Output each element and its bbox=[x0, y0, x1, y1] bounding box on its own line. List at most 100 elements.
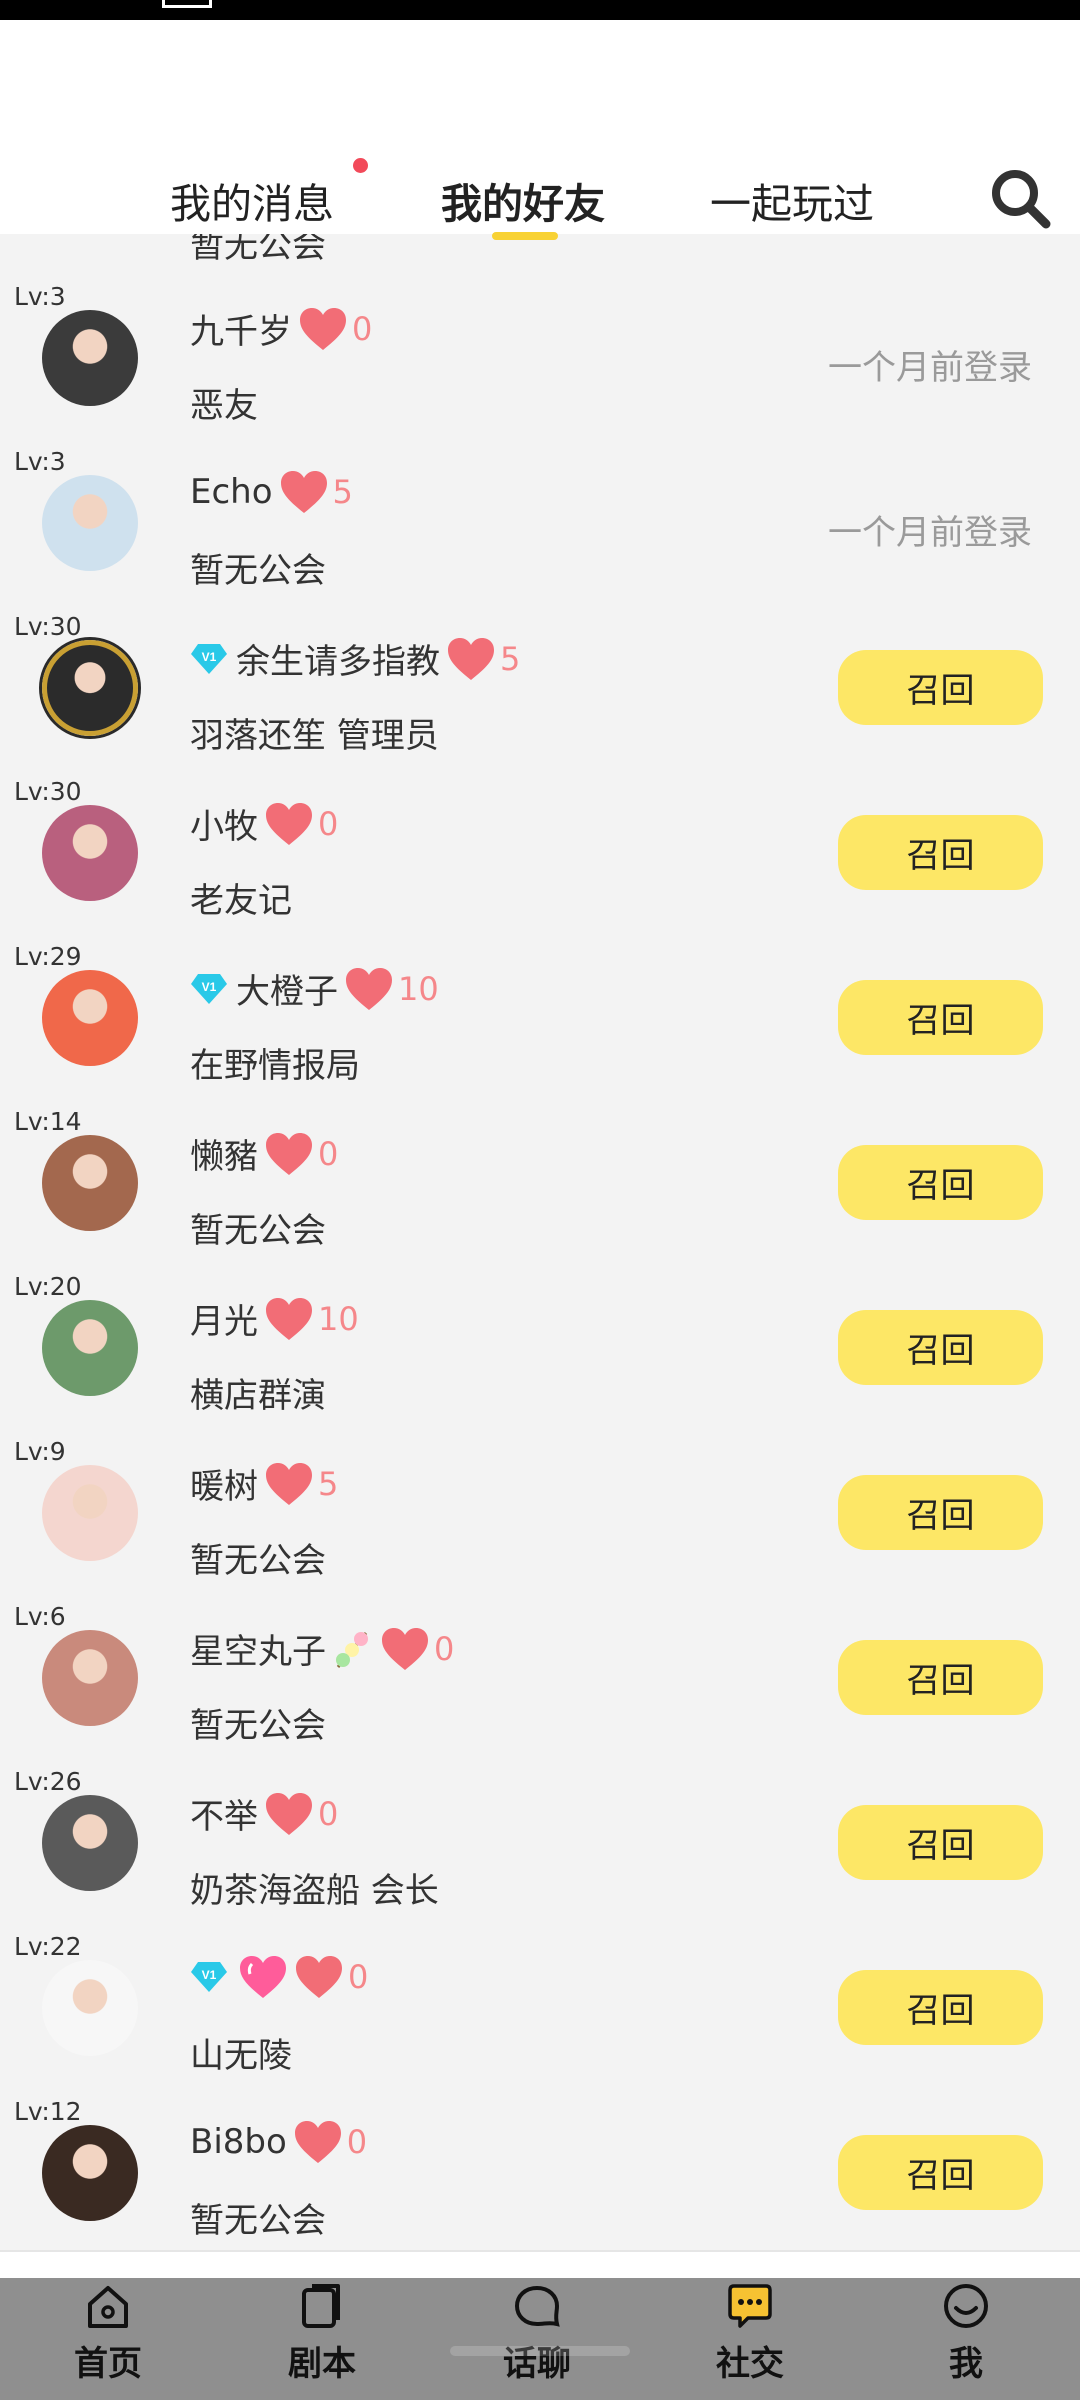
friend-row[interactable]: Lv:6 星空丸子 0 暂无公会 召回 bbox=[0, 1602, 1080, 1767]
avatar[interactable] bbox=[42, 970, 138, 1066]
avatar[interactable] bbox=[42, 1300, 138, 1396]
level-label: Lv:9 bbox=[14, 1437, 66, 1466]
guild-label: 老友记 bbox=[190, 881, 292, 921]
friend-row[interactable]: Lv:9 暖树 5 暂无公会 召回 bbox=[0, 1437, 1080, 1602]
heart-count: 0 bbox=[318, 804, 339, 843]
avatar[interactable] bbox=[42, 1630, 138, 1726]
heart-icon bbox=[266, 802, 312, 845]
avatar[interactable] bbox=[42, 1135, 138, 1231]
tab-my-friends[interactable]: 我的好友 bbox=[441, 170, 605, 230]
guild-label: 暂无公会 bbox=[190, 234, 326, 266]
heart-icon bbox=[448, 637, 494, 680]
recall-button[interactable]: 召回 bbox=[838, 980, 1043, 1055]
friend-name-line: 暖树 5 bbox=[190, 1459, 338, 1508]
friend-name: Echo bbox=[190, 472, 273, 512]
nav-social[interactable]: 社交 bbox=[690, 2278, 810, 2400]
avatar[interactable] bbox=[42, 805, 138, 901]
search-icon[interactable] bbox=[988, 166, 1052, 230]
list-end-divider bbox=[0, 2250, 1080, 2278]
last-login-status: 一个月前登录 bbox=[828, 348, 1032, 388]
nav-me[interactable]: 我 bbox=[906, 2278, 1026, 2400]
friend-row[interactable]: Lv:20 月光 10 横店群演 召回 bbox=[0, 1272, 1080, 1437]
recall-button[interactable]: 召回 bbox=[838, 1805, 1043, 1880]
recall-button[interactable]: 召回 bbox=[838, 1310, 1043, 1385]
social-icon bbox=[728, 2284, 772, 2328]
vip-diamond-icon: V1 bbox=[191, 1962, 227, 1992]
heart-icon bbox=[266, 1132, 312, 1175]
recall-button[interactable]: 召回 bbox=[838, 650, 1043, 725]
heart-icon bbox=[346, 967, 392, 1010]
heart-count: 10 bbox=[318, 1299, 359, 1338]
heart-count: 0 bbox=[434, 1629, 455, 1668]
nav-me-label: 我 bbox=[949, 2344, 983, 2384]
chat-icon bbox=[514, 2285, 560, 2327]
friend-row[interactable]: Lv:12 Bi8bo 0 暂无公会 召回 bbox=[0, 2097, 1080, 2250]
level-label: Lv:14 bbox=[14, 1107, 82, 1136]
heart-icon bbox=[266, 1297, 312, 1340]
guild-label: 暂无公会 bbox=[190, 551, 326, 591]
level-label: Lv:26 bbox=[14, 1767, 82, 1796]
guild-label: 暂无公会 bbox=[190, 1541, 326, 1581]
avatar[interactable] bbox=[42, 310, 138, 406]
guild-label: 奶茶海盗船 会长 bbox=[190, 1871, 439, 1911]
heart-count: 0 bbox=[348, 1958, 369, 1996]
friend-row[interactable]: Lv:29 V1 大橙子 10 在野情报局 召回 bbox=[0, 942, 1080, 1107]
friend-name: 余生请多指教 bbox=[236, 642, 440, 682]
heart-icon bbox=[266, 1792, 312, 1835]
level-label: Lv:22 bbox=[14, 1932, 82, 1961]
friend-name-line: 星空丸子 0 bbox=[190, 1624, 454, 1673]
top-tab-bar: 我的消息 我的好友 一起玩过 bbox=[0, 20, 1080, 240]
dango-sticker-icon bbox=[336, 1631, 368, 1668]
avatar[interactable] bbox=[42, 1795, 138, 1891]
friend-row[interactable]: Lv:22 V1 0 山无陵 召回 bbox=[0, 1932, 1080, 2097]
script-icon bbox=[302, 2284, 340, 2328]
avatar[interactable] bbox=[42, 475, 138, 571]
nav-script-label: 剧本 bbox=[288, 2344, 356, 2384]
friend-name: 懒豬 bbox=[190, 1137, 258, 1177]
friend-name-line: Echo 5 bbox=[190, 469, 353, 515]
heart-icon bbox=[300, 307, 346, 350]
avatar[interactable] bbox=[42, 2125, 138, 2221]
heart-count: 5 bbox=[500, 639, 521, 678]
nav-chat[interactable]: 话聊 bbox=[477, 2278, 597, 2400]
friend-row[interactable]: Lv:30 小牧 0 老友记 召回 bbox=[0, 777, 1080, 942]
guild-label: 恶友 bbox=[190, 386, 258, 426]
gesture-bar bbox=[450, 2346, 630, 2356]
tab-played-together[interactable]: 一起玩过 bbox=[710, 170, 874, 230]
recall-button[interactable]: 召回 bbox=[838, 1145, 1043, 1220]
avatar[interactable] bbox=[42, 1960, 138, 2056]
heart-count: 0 bbox=[318, 1794, 339, 1833]
recall-button[interactable]: 召回 bbox=[838, 1970, 1043, 2045]
svg-text:V1: V1 bbox=[202, 650, 217, 664]
friend-list[interactable]: 暂无公会 Lv:3 九千岁 0 恶友 一个月前登录 Lv:3 Echo 5 暂无公会 一个月前登录… bbox=[0, 234, 1080, 2250]
avatar[interactable] bbox=[42, 1465, 138, 1561]
nav-script[interactable]: 剧本 bbox=[262, 2278, 382, 2400]
tab-my-messages[interactable]: 我的消息 bbox=[170, 170, 334, 230]
recall-button[interactable]: 召回 bbox=[838, 1475, 1043, 1550]
guild-label: 暂无公会 bbox=[190, 2201, 326, 2241]
svg-text:V1: V1 bbox=[202, 1968, 217, 1982]
friend-name: 暖树 bbox=[190, 1467, 258, 1507]
friend-name: 九千岁 bbox=[190, 312, 292, 352]
recall-button[interactable]: 召回 bbox=[838, 2135, 1043, 2210]
friend-row[interactable]: Lv:3 Echo 5 暂无公会 一个月前登录 bbox=[0, 447, 1080, 612]
level-label: Lv:6 bbox=[14, 1602, 66, 1631]
level-label: Lv:30 bbox=[14, 777, 82, 806]
recall-button[interactable]: 召回 bbox=[838, 815, 1043, 890]
avatar[interactable] bbox=[42, 640, 138, 736]
friend-row[interactable]: Lv:26 不举 0 奶茶海盗船 会长 召回 bbox=[0, 1767, 1080, 1932]
vip-diamond-icon: V1 bbox=[191, 973, 227, 1004]
heart-count: 0 bbox=[346, 2123, 368, 2161]
nav-social-label: 社交 bbox=[716, 2344, 784, 2384]
bottom-navigation: 首页 剧本 话聊 社交 我 bbox=[0, 2278, 1080, 2400]
friend-name-line: 小牧 0 bbox=[190, 799, 338, 848]
friend-row[interactable]: Lv:14 懒豬 0 暂无公会 召回 bbox=[0, 1107, 1080, 1272]
guild-label: 在野情报局 bbox=[190, 1046, 360, 1086]
guild-label: 羽落还笙 管理员 bbox=[190, 716, 439, 756]
friend-name: 月光 bbox=[190, 1302, 258, 1342]
recall-button[interactable]: 召回 bbox=[838, 1640, 1043, 1715]
friend-row[interactable]: Lv:30 V1 余生请多指教 5 羽落还笙 管理员 召回 bbox=[0, 612, 1080, 777]
nav-home[interactable]: 首页 bbox=[48, 2278, 168, 2400]
friend-name-line: V1 0 bbox=[190, 1954, 368, 2000]
friend-row[interactable]: Lv:3 九千岁 0 恶友 一个月前登录 bbox=[0, 282, 1080, 447]
